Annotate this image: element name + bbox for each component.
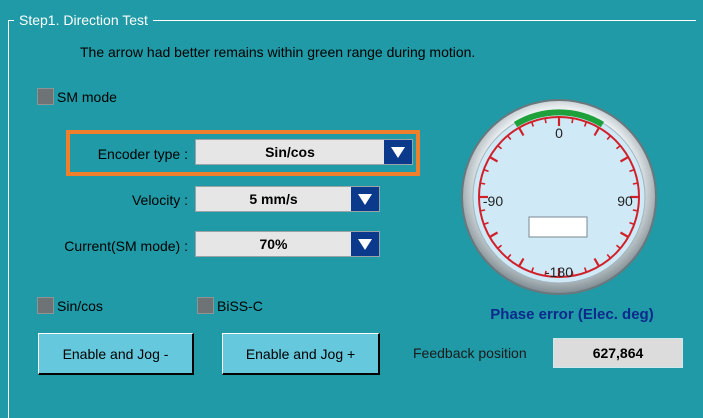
gauge-tick [480, 182, 486, 185]
sincos-indicator: Sin/cos [37, 297, 103, 314]
gauge-label-top: 0 [555, 125, 563, 141]
gauge-tick [632, 182, 638, 185]
group-title: Step1. Direction Test [14, 11, 153, 29]
encoder-type-label: Encoder type : [97, 146, 188, 162]
encoder-type-value: Sin/cos [196, 140, 384, 164]
enable-jog-plus-button[interactable]: Enable and Jog + [222, 333, 380, 375]
checkbox-icon [37, 88, 54, 105]
bissc-label: BiSS-C [217, 297, 263, 314]
sm-mode-checkbox[interactable]: SM mode [37, 88, 117, 105]
sm-mode-label: SM mode [57, 88, 117, 105]
velocity-value: 5 mm/s [196, 187, 351, 211]
phase-error-gauge: 0 -90 90 -180 [461, 99, 657, 295]
phase-error-label: Phase error (Elec. deg) [490, 306, 654, 323]
gauge-tick [544, 118, 547, 124]
triangle-down-icon [384, 140, 412, 164]
gauge-readout-box [528, 216, 588, 238]
gauge-label-right: 90 [617, 193, 633, 209]
bissc-indicator: BiSS-C [197, 297, 263, 314]
current-label: Current(SM mode) : [64, 238, 188, 254]
checkbox-icon [197, 297, 214, 314]
encoder-type-dropdown[interactable]: Sin/cos [195, 139, 413, 165]
current-value: 70% [196, 232, 351, 256]
triangle-down-icon [351, 232, 379, 256]
current-dropdown[interactable]: 70% [195, 231, 380, 257]
feedback-position-value: 627,864 [553, 338, 683, 368]
gauge-label-bottom: -180 [545, 264, 573, 280]
velocity-dropdown[interactable]: 5 mm/s [195, 186, 380, 212]
velocity-label: Velocity : [131, 192, 188, 208]
feedback-position-label: Feedback position [413, 345, 527, 361]
sincos-label: Sin/cos [57, 297, 103, 314]
gauge-label-left: -90 [483, 193, 503, 209]
group-border-left [8, 20, 9, 418]
gauge-tick [632, 209, 638, 212]
gauge-tick [480, 209, 486, 212]
enable-jog-minus-button[interactable]: Enable and Jog - [38, 333, 194, 375]
checkbox-icon [37, 297, 54, 314]
triangle-down-icon [351, 187, 379, 211]
gauge-tick [571, 118, 574, 124]
hint-text: The arrow had better remains within gree… [80, 44, 476, 60]
